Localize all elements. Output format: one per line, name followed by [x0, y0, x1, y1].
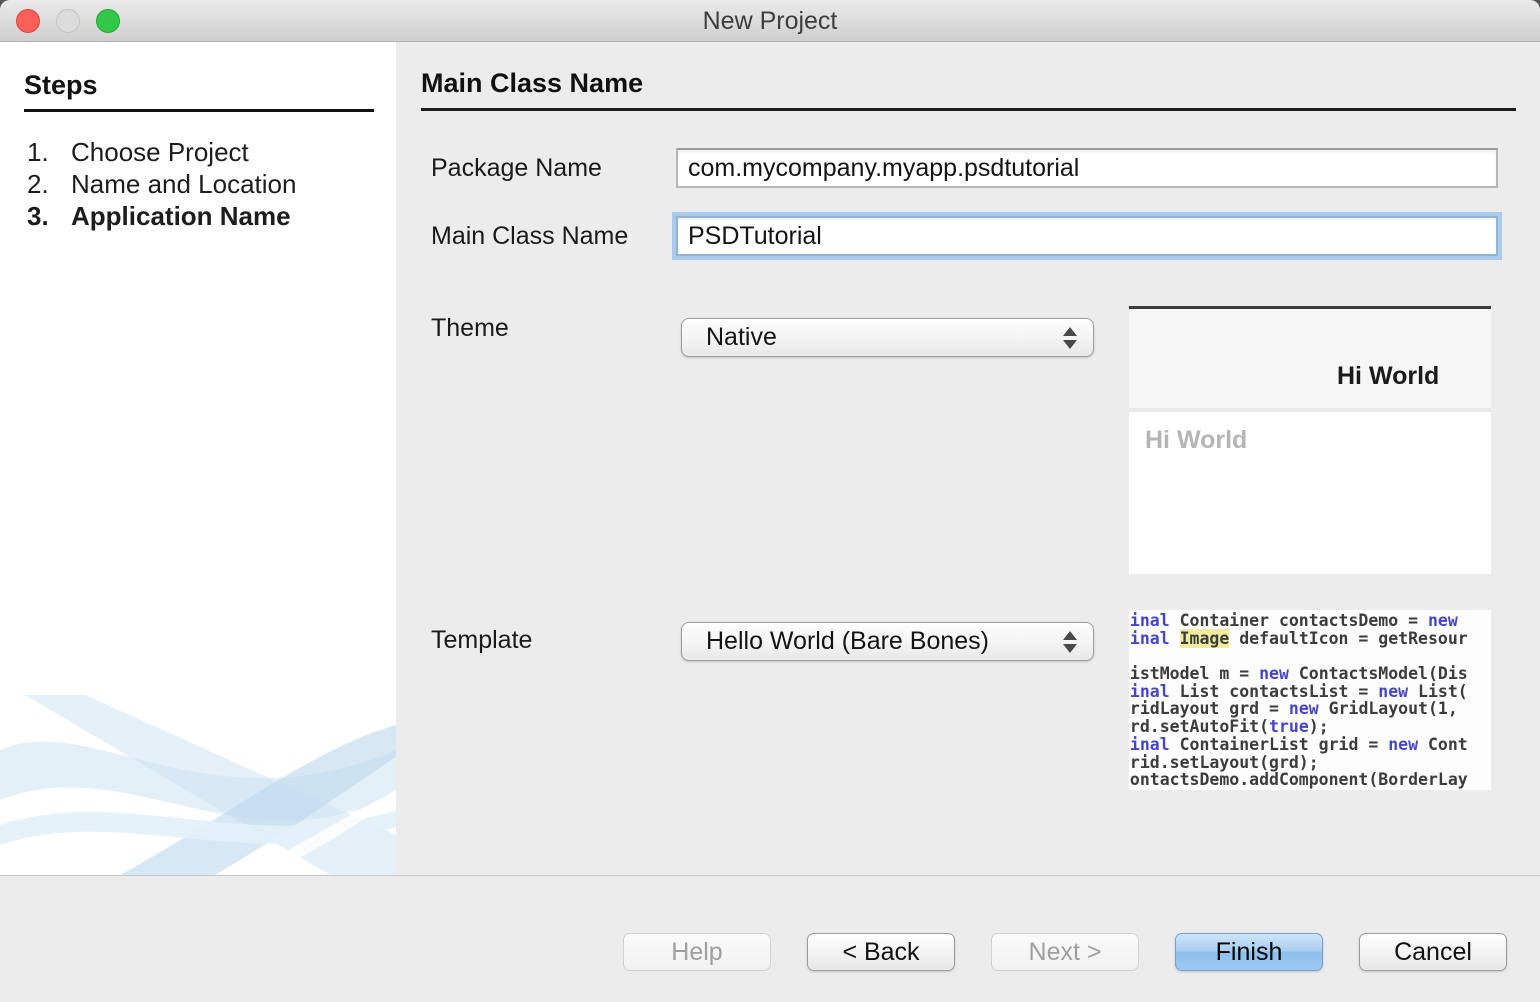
main-class-name-label: Main Class Name [431, 222, 628, 251]
titlebar[interactable]: New Project [0, 0, 1540, 42]
back-button[interactable]: < Back [807, 933, 955, 971]
code-lines: final Container contactsDemo = newfinal … [1129, 612, 1491, 789]
wizard-watermark-graphic [0, 695, 396, 875]
stepper-arrows-icon [1063, 623, 1077, 660]
code-line: contactsDemo.addComponent(BorderLay [1129, 771, 1491, 789]
dialog-footer: Help < Back Next > Finish Cancel [0, 875, 1540, 1002]
panel-heading: Main Class Name [421, 68, 1516, 111]
main-class-name-input[interactable] [676, 216, 1498, 256]
step-choose-project: 1. Choose Project [27, 136, 396, 168]
steps-sidebar: Steps 1. Choose Project 2. Name and Loca… [0, 42, 396, 875]
template-label: Template [431, 626, 532, 655]
package-name-label: Package Name [431, 154, 602, 183]
stepper-arrows-icon [1063, 319, 1077, 356]
steps-list: 1. Choose Project 2. Name and Location 3… [0, 136, 396, 232]
code-line [1129, 647, 1491, 665]
code-line: final Image defaultIcon = getResour [1129, 630, 1491, 648]
finish-button[interactable]: Finish [1175, 933, 1323, 971]
package-name-input[interactable] [676, 148, 1498, 188]
template-code-preview: final Container contactsDemo = newfinal … [1129, 610, 1491, 790]
template-dropdown-value: Hello World (Bare Bones) [706, 627, 989, 656]
cancel-button[interactable]: Cancel [1359, 933, 1507, 971]
step-name-and-location: 2. Name and Location [27, 168, 396, 200]
theme-preview-content: Hi World [1129, 412, 1491, 455]
code-line: GridLayout grd = new GridLayout(1, [1129, 700, 1491, 718]
help-button[interactable]: Help [623, 933, 771, 971]
main-panel: Main Class Name Package Name Main Class … [396, 42, 1540, 875]
steps-heading: Steps [24, 70, 374, 112]
window-title: New Project [0, 0, 1540, 42]
step-application-name-current: 3. Application Name [27, 200, 396, 232]
code-line: final Container contactsDemo = new [1129, 612, 1491, 630]
new-project-dialog: New Project Steps 1. Choose Project 2. N… [0, 0, 1540, 1002]
theme-label: Theme [431, 314, 509, 343]
theme-dropdown-value: Native [706, 323, 777, 352]
code-line: grid.setLayout(grd); [1129, 754, 1491, 772]
theme-preview-titlebar: Hi World [1129, 306, 1491, 408]
code-line: final List contactsList = new List( [1129, 683, 1491, 701]
theme-dropdown[interactable]: Native [681, 318, 1094, 357]
code-line: ListModel m = new ContactsModel(Dis [1129, 665, 1491, 683]
next-button[interactable]: Next > [991, 933, 1139, 971]
code-line: final ContainerList grid = new Cont [1129, 736, 1491, 754]
theme-preview: Hi World Hi World [1129, 306, 1491, 574]
template-dropdown[interactable]: Hello World (Bare Bones) [681, 622, 1094, 661]
theme-preview-title: Hi World [1337, 362, 1439, 391]
theme-preview-content-label: Hi World [1145, 426, 1247, 454]
code-line: grd.setAutoFit(true); [1129, 718, 1491, 736]
